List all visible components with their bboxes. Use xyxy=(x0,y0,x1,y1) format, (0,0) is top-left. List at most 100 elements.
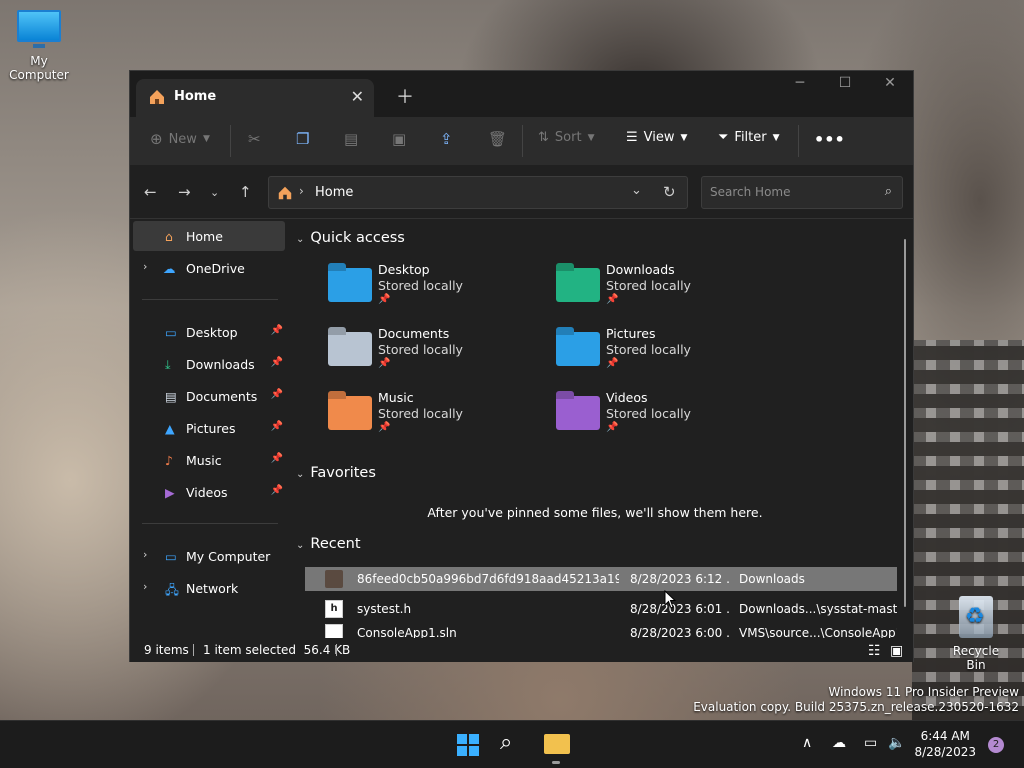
more-options-icon[interactable]: ••• xyxy=(814,130,845,149)
navigation-pane: ⌂ Home › ☁ OneDrive ▭ Desktop 📌 ⤓ Downlo… xyxy=(130,220,287,632)
view-button[interactable]: ☰ View ▼ xyxy=(626,130,687,145)
sidebar-item-videos[interactable]: ▶ Videos 📌 xyxy=(133,477,285,507)
desktop-icon-my-computer[interactable]: My Computer xyxy=(0,10,78,82)
tiles-view-icon[interactable]: ▣ xyxy=(890,643,903,659)
favorites-header[interactable]: ⌄ Favorites xyxy=(296,465,376,481)
quick-access-item-desktop[interactable]: Desktop Stored locally 📌 xyxy=(328,262,528,318)
close-tab-icon[interactable]: ✕ xyxy=(351,87,364,106)
sidebar-item-label: Videos xyxy=(186,485,228,500)
chevron-down-icon: ▼ xyxy=(772,132,780,143)
quick-access-status: Stored locally xyxy=(606,278,691,293)
chevron-right-icon[interactable]: › xyxy=(143,580,147,593)
recent-locations-chevron-icon[interactable]: ⌄ xyxy=(210,186,219,199)
quick-access-header[interactable]: ⌄ Quick access xyxy=(296,230,405,246)
refresh-icon[interactable]: ↻ xyxy=(663,183,676,201)
new-button[interactable]: ⊕ New ▼ xyxy=(150,130,210,148)
quick-access-name: Videos xyxy=(606,390,648,405)
file-name: 86feed0cb50a996bd7d6fd918aad45213a19af8b… xyxy=(357,572,619,586)
desktop-icon-label: Recycle Bin xyxy=(952,644,1000,672)
sidebar-item-desktop[interactable]: ▭ Desktop 📌 xyxy=(133,317,285,347)
sidebar-item-downloads[interactable]: ⤓ Downloads 📌 xyxy=(133,349,285,379)
sidebar-item-onedrive[interactable]: › ☁ OneDrive xyxy=(133,253,285,283)
clock[interactable]: 6:44 AM 8/28/2023 xyxy=(914,728,976,760)
desktop-icon-label: My Computer xyxy=(9,54,69,82)
sidebar-item-label: Music xyxy=(186,453,222,468)
running-indicator xyxy=(552,761,560,764)
address-bar[interactable]: › Home ⌄ ↻ xyxy=(268,176,688,209)
quick-access-item-documents[interactable]: Documents Stored locally 📌 xyxy=(328,326,528,382)
quick-access-status: Stored locally xyxy=(606,342,691,357)
new-tab-icon[interactable]: ＋ xyxy=(396,83,414,109)
sidebar-item-label: Downloads xyxy=(186,357,255,372)
notification-badge[interactable]: 2 xyxy=(988,737,1004,753)
copy-icon[interactable]: ❐ xyxy=(296,130,309,148)
file-name: ConsoleApp1.sln xyxy=(357,626,457,638)
quick-access-name: Downloads xyxy=(606,262,675,277)
search-icon[interactable]: ⌕ xyxy=(500,730,512,755)
quick-access-item-music[interactable]: Music Stored locally 📌 xyxy=(328,390,528,446)
selection-info: 1 item selected 56.4 KB xyxy=(203,643,351,657)
content-scrollbar[interactable] xyxy=(904,239,906,607)
recent-file-row[interactable]: 86feed0cb50a996bd7d6fd918aad45213a19af8b… xyxy=(305,567,897,591)
chevron-down-icon: ▼ xyxy=(680,132,688,143)
file-explorer-icon[interactable] xyxy=(544,734,570,754)
quick-access-status: Stored locally xyxy=(378,342,463,357)
details-view-icon[interactable]: ☷ xyxy=(868,643,881,659)
pin-icon: 📌 xyxy=(378,358,391,369)
section-title: Quick access xyxy=(310,230,405,246)
search-box[interactable]: ⌕ xyxy=(701,176,903,209)
delete-icon[interactable]: 🗑 xyxy=(488,130,507,148)
start-icon[interactable] xyxy=(457,734,479,756)
search-input[interactable] xyxy=(710,185,870,199)
pin-icon: 📌 xyxy=(606,422,619,433)
status-bar: 9 items 1 item selected 56.4 KB ☷ ▣ xyxy=(130,638,913,662)
sidebar-divider xyxy=(142,299,278,300)
sidebar-item-my-computer[interactable]: › ▭ My Computer xyxy=(133,541,285,571)
section-title: Favorites xyxy=(310,465,376,481)
recent-file-row[interactable]: ConsoleApp1.sln 8/28/2023 6:00 ... VMS\s… xyxy=(305,621,897,638)
sidebar-item-pictures[interactable]: ▲ Pictures 📌 xyxy=(133,413,285,443)
cloud-offline-icon[interactable]: ☁ xyxy=(832,735,846,751)
quick-access-item-downloads[interactable]: Downloads Stored locally 📌 xyxy=(556,262,756,318)
rename-icon[interactable]: ▣ xyxy=(392,130,406,148)
sort-button[interactable]: ⇅ Sort ▼ xyxy=(538,130,594,145)
forward-arrow-icon[interactable]: → xyxy=(178,183,191,201)
quick-access-item-pictures[interactable]: Pictures Stored locally 📌 xyxy=(556,326,756,382)
sidebar-item-home[interactable]: ⌂ Home xyxy=(133,221,285,251)
sidebar-item-network[interactable]: › 🖧 Network xyxy=(133,573,285,603)
sidebar-item-music[interactable]: ♪ Music 📌 xyxy=(133,445,285,475)
network-icon[interactable]: ▭ xyxy=(864,735,877,751)
sidebar-item-documents[interactable]: ▤ Documents 📌 xyxy=(133,381,285,411)
file-name: systest.h xyxy=(357,602,412,616)
watermark-line: Evaluation copy. Build 25375.zn_release.… xyxy=(693,700,1019,714)
tab-home[interactable]: Home ✕ xyxy=(136,79,374,117)
time: 6:44 AM xyxy=(920,729,970,743)
network-icon: 🖧 xyxy=(165,582,179,597)
search-icon[interactable]: ⌕ xyxy=(885,184,892,199)
toolbar-divider xyxy=(230,125,231,157)
maximize-icon[interactable]: ☐ xyxy=(822,75,868,91)
up-arrow-icon[interactable]: ↑ xyxy=(239,183,252,201)
chevron-right-icon[interactable]: › xyxy=(143,548,147,561)
desktop-icon-recycle-bin[interactable]: Recycle Bin xyxy=(944,596,1008,672)
filter-button[interactable]: ⏷ Filter ▼ xyxy=(718,130,780,145)
back-arrow-icon[interactable]: ← xyxy=(144,183,157,201)
paste-icon[interactable]: ▤ xyxy=(344,130,358,148)
address-dropdown-icon[interactable]: ⌄ xyxy=(631,183,642,198)
recent-file-row[interactable]: h systest.h 8/28/2023 6:01 ... Downloads… xyxy=(305,597,897,621)
quick-access-name: Music xyxy=(378,390,414,405)
download-icon: ⤓ xyxy=(165,357,171,372)
chevron-up-icon[interactable]: ∧ xyxy=(802,735,812,751)
minimize-icon[interactable]: ─ xyxy=(777,75,823,91)
cut-icon[interactable]: ✂ xyxy=(248,130,261,148)
close-window-icon[interactable]: ✕ xyxy=(867,75,913,91)
command-bar: ⊕ New ▼ ✂ ❐ ▤ ▣ ⇪ 🗑 ⇅ Sort ▼ ☰ View ▼ ⏷ … xyxy=(130,117,913,165)
recent-header[interactable]: ⌄ Recent xyxy=(296,536,361,552)
share-icon[interactable]: ⇪ xyxy=(440,130,453,148)
chevron-right-icon[interactable]: › xyxy=(143,260,147,273)
volume-icon[interactable]: 🔈 xyxy=(888,735,905,751)
sidebar-item-label: Documents xyxy=(186,389,258,404)
document-icon: ▤ xyxy=(165,389,177,404)
documents-folder-icon xyxy=(328,332,372,366)
quick-access-item-videos[interactable]: Videos Stored locally 📌 xyxy=(556,390,756,446)
